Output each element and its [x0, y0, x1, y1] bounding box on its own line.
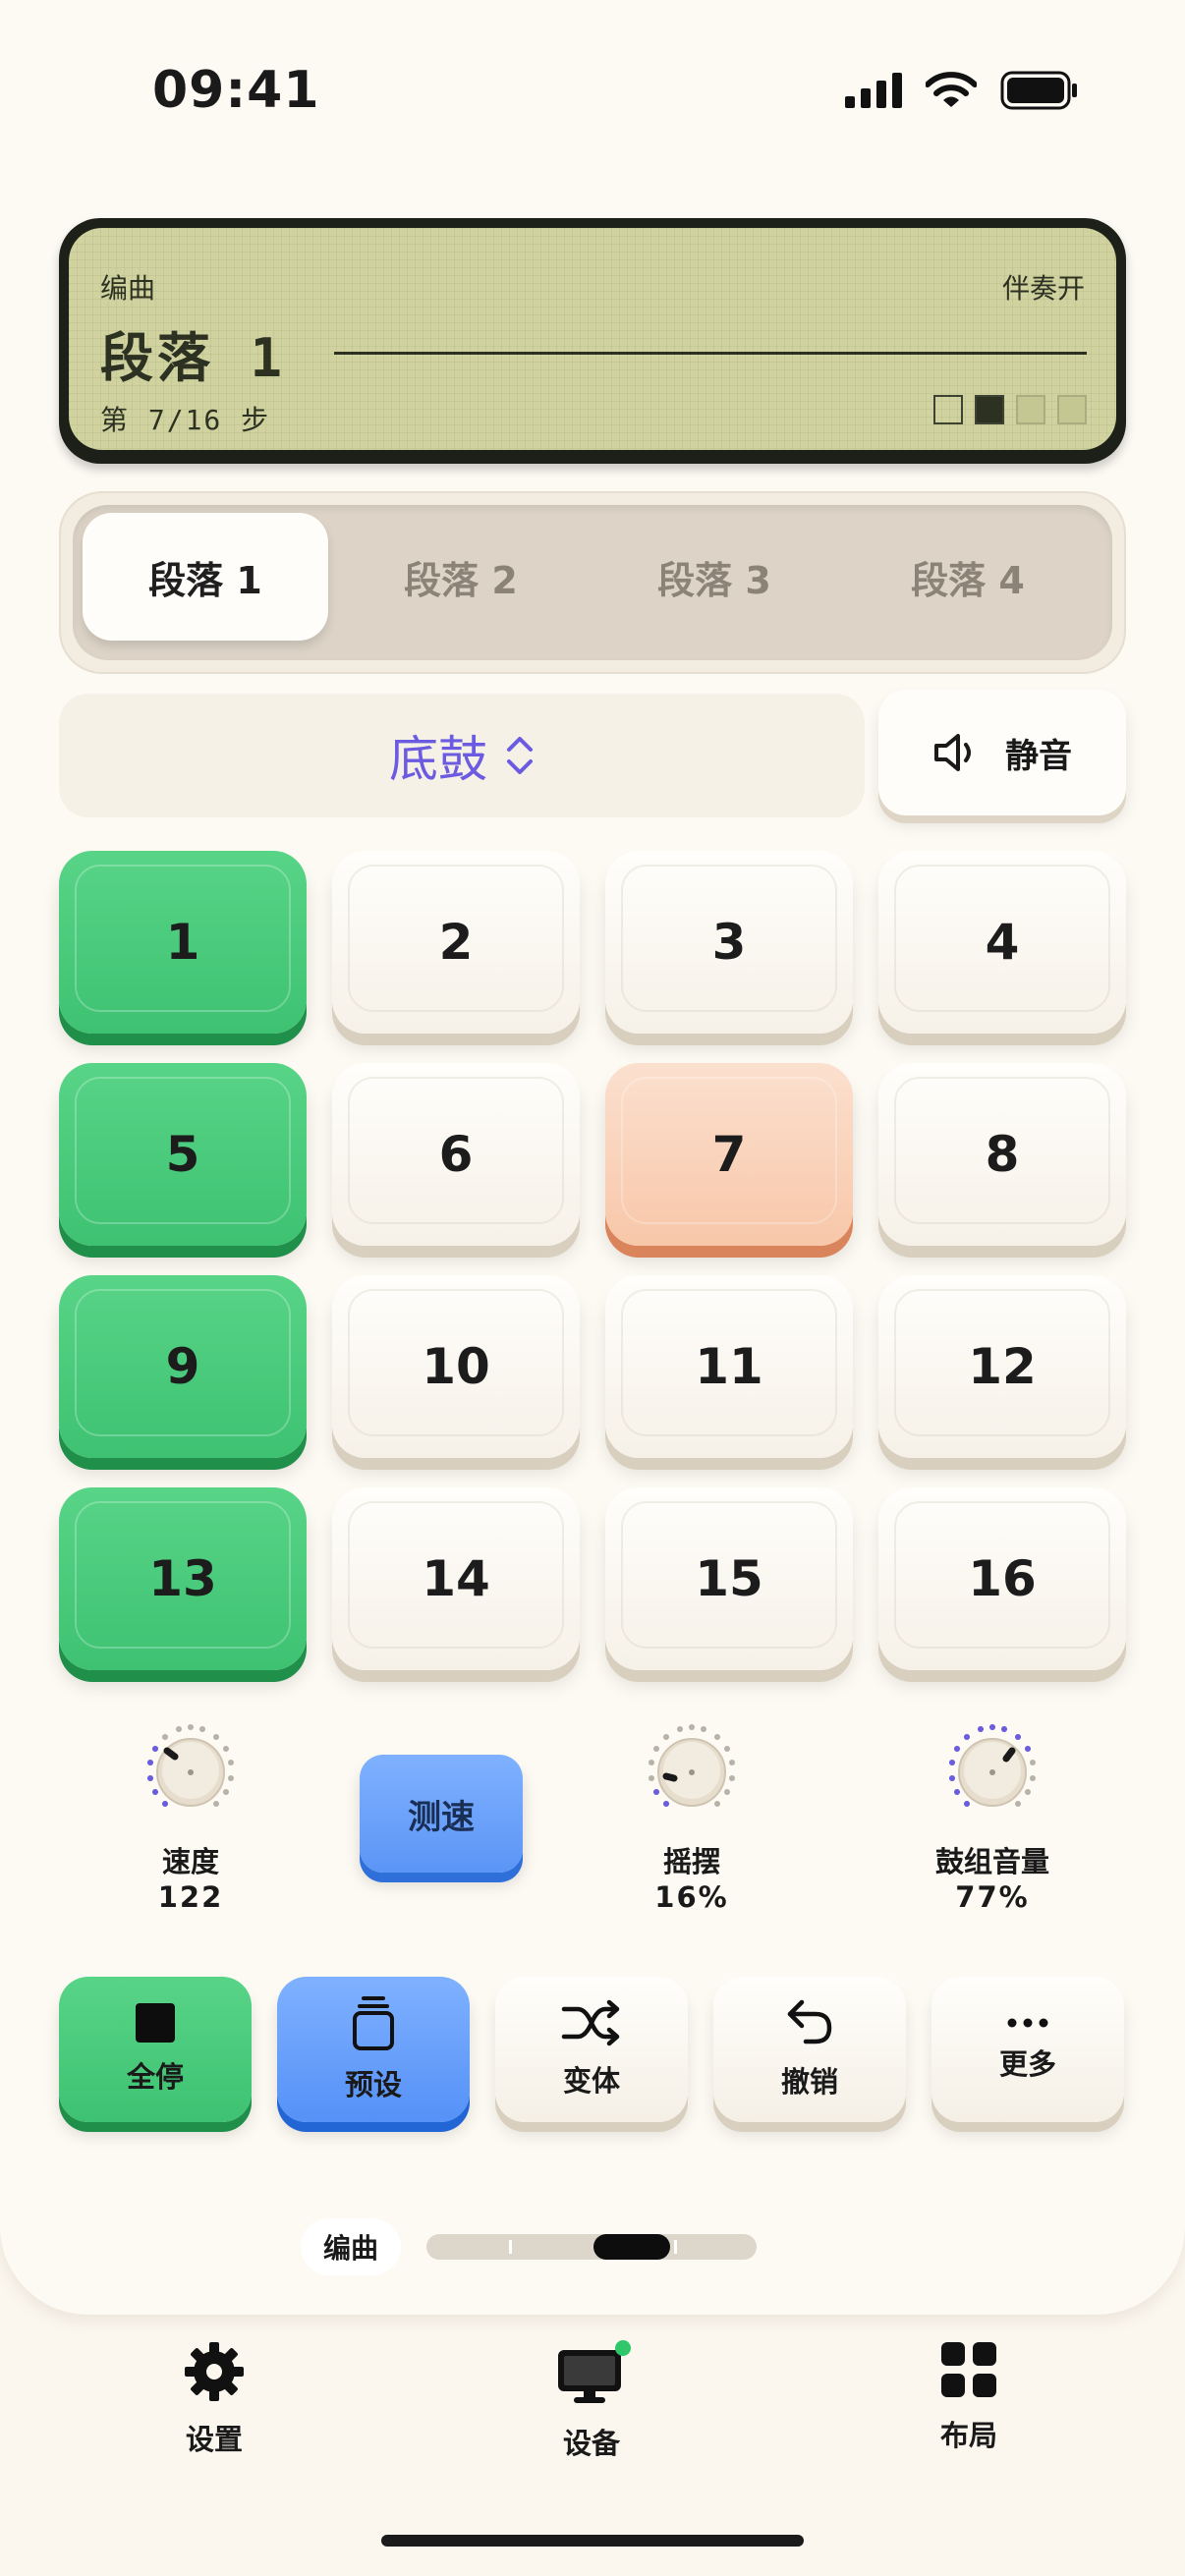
variation-button[interactable]: 变体 — [495, 1977, 688, 2122]
lcd-section-title: 段落 1 — [100, 327, 287, 389]
stop-all-button[interactable]: 全停 — [59, 1977, 252, 2122]
status-time: 09:41 — [152, 61, 320, 120]
tab-section-1[interactable]: 段落 1 — [83, 513, 328, 641]
step-pad-2[interactable]: 2 — [332, 851, 580, 1034]
tempo-value: 122 — [157, 1880, 224, 1914]
page-scroll-thumb[interactable] — [593, 2234, 670, 2260]
lcd-mode-label: 编曲 — [100, 272, 156, 305]
step-pad-15[interactable]: 15 — [605, 1487, 853, 1670]
scroll-tick — [674, 2240, 677, 2254]
step-pad-14[interactable]: 14 — [332, 1487, 580, 1670]
lcd-display: 编曲 伴奏开 段落 1 第 7/16 步 — [59, 218, 1126, 464]
preset-stack-icon — [353, 1996, 394, 2050]
step-pad-11[interactable]: 11 — [605, 1275, 853, 1458]
step-pad-8[interactable]: 8 — [878, 1063, 1126, 1246]
tempo-label: 速度 — [161, 1845, 219, 1878]
tab-section-3[interactable]: 段落 3 — [592, 513, 837, 641]
tab-section-4[interactable]: 段落 4 — [845, 513, 1091, 641]
mode-chip[interactable]: 编曲 — [301, 2218, 401, 2275]
tabbar-device-label: 设备 — [562, 2427, 620, 2460]
step-pad-10[interactable]: 10 — [332, 1275, 580, 1458]
stop-icon — [136, 2003, 175, 2043]
instrument-label: 底鼓 — [389, 731, 487, 788]
tabbar-layout[interactable]: 布局 — [871, 2340, 1067, 2454]
undo-button[interactable]: 撤销 — [713, 1977, 906, 2122]
tap-tempo-button[interactable]: 测速 — [360, 1755, 523, 1873]
section-tabs: 段落 1 段落 2 段落 3 段落 4 — [59, 491, 1126, 674]
stop-all-label: 全停 — [126, 2060, 184, 2094]
swing-knob[interactable] — [637, 1715, 747, 1825]
tabbar-device[interactable]: 设备 — [493, 2340, 690, 2462]
mute-button[interactable]: 静音 — [878, 690, 1126, 815]
scroll-tick — [509, 2240, 512, 2254]
presets-label: 预设 — [344, 2068, 402, 2101]
step-pad-13[interactable]: 13 — [59, 1487, 307, 1670]
lcd-divider — [334, 352, 1087, 355]
swing-value: 16% — [654, 1880, 729, 1914]
tempo-knob[interactable] — [136, 1715, 246, 1825]
lcd-accompaniment-status: 伴奏开 — [1001, 272, 1085, 305]
wifi-icon — [926, 72, 977, 107]
chevron-updown-icon — [507, 737, 533, 774]
page-scroll-track[interactable] — [426, 2234, 757, 2260]
step-pad-4[interactable]: 4 — [878, 851, 1126, 1034]
tabbar-layout-label: 布局 — [939, 2419, 997, 2452]
instrument-selector[interactable]: 底鼓 — [59, 694, 865, 817]
kit-volume-control: 鼓组音量 77% — [894, 1715, 1091, 1914]
tempo-control: 速度 122 — [92, 1715, 289, 1914]
step-pad-12[interactable]: 12 — [878, 1275, 1126, 1458]
shuffle-icon — [561, 1999, 620, 2046]
mute-label: 静音 — [1005, 736, 1072, 776]
undo-label: 撤销 — [780, 2065, 838, 2099]
tab-section-2[interactable]: 段落 2 — [338, 513, 584, 641]
step-pad-3[interactable]: 3 — [605, 851, 853, 1034]
undo-icon — [787, 1999, 832, 2044]
monitor-icon — [558, 2340, 631, 2403]
more-dots-icon — [1007, 2018, 1048, 2028]
lcd-page-dot — [933, 395, 963, 424]
kit-volume-value: 77% — [955, 1880, 1030, 1914]
grid-layout-icon — [941, 2342, 996, 2397]
section-tabs-track: 段落 1 段落 2 段落 3 段落 4 — [73, 505, 1112, 660]
more-label: 更多 — [998, 2047, 1056, 2081]
lcd-screen: 编曲 伴奏开 段落 1 第 7/16 步 — [69, 228, 1116, 450]
status-bar: 09:41 — [0, 0, 1185, 187]
tabbar-settings-label: 设置 — [185, 2423, 243, 2456]
step-pad-6[interactable]: 6 — [332, 1063, 580, 1246]
step-pad-9[interactable]: 9 — [59, 1275, 307, 1458]
swing-control: 摇摆 16% — [593, 1715, 790, 1914]
kit-volume-knob[interactable] — [937, 1715, 1047, 1825]
step-pad-5[interactable]: 5 — [59, 1063, 307, 1246]
presets-button[interactable]: 预设 — [277, 1977, 470, 2122]
swing-label: 摇摆 — [662, 1845, 720, 1878]
more-button[interactable]: 更多 — [931, 1977, 1124, 2122]
lcd-page-dot — [1057, 395, 1087, 424]
step-pad-7[interactable]: 7 — [605, 1063, 853, 1246]
battery-icon — [1000, 71, 1077, 110]
home-indicator — [381, 2535, 804, 2547]
lcd-page-indicator — [933, 395, 1087, 424]
gear-icon — [185, 2342, 244, 2401]
status-icons — [845, 71, 1079, 110]
lcd-page-dot-active — [975, 395, 1004, 424]
tabbar-settings[interactable]: 设置 — [116, 2340, 312, 2458]
signal-icon — [845, 73, 902, 108]
lcd-step-counter: 第 7/16 步 — [100, 404, 271, 436]
lcd-page-dot — [1016, 395, 1045, 424]
kit-volume-label: 鼓组音量 — [934, 1845, 1049, 1878]
speaker-icon — [934, 734, 971, 771]
step-pad-16[interactable]: 16 — [878, 1487, 1126, 1670]
variation-label: 变体 — [562, 2064, 620, 2098]
step-pad-1[interactable]: 1 — [59, 851, 307, 1034]
